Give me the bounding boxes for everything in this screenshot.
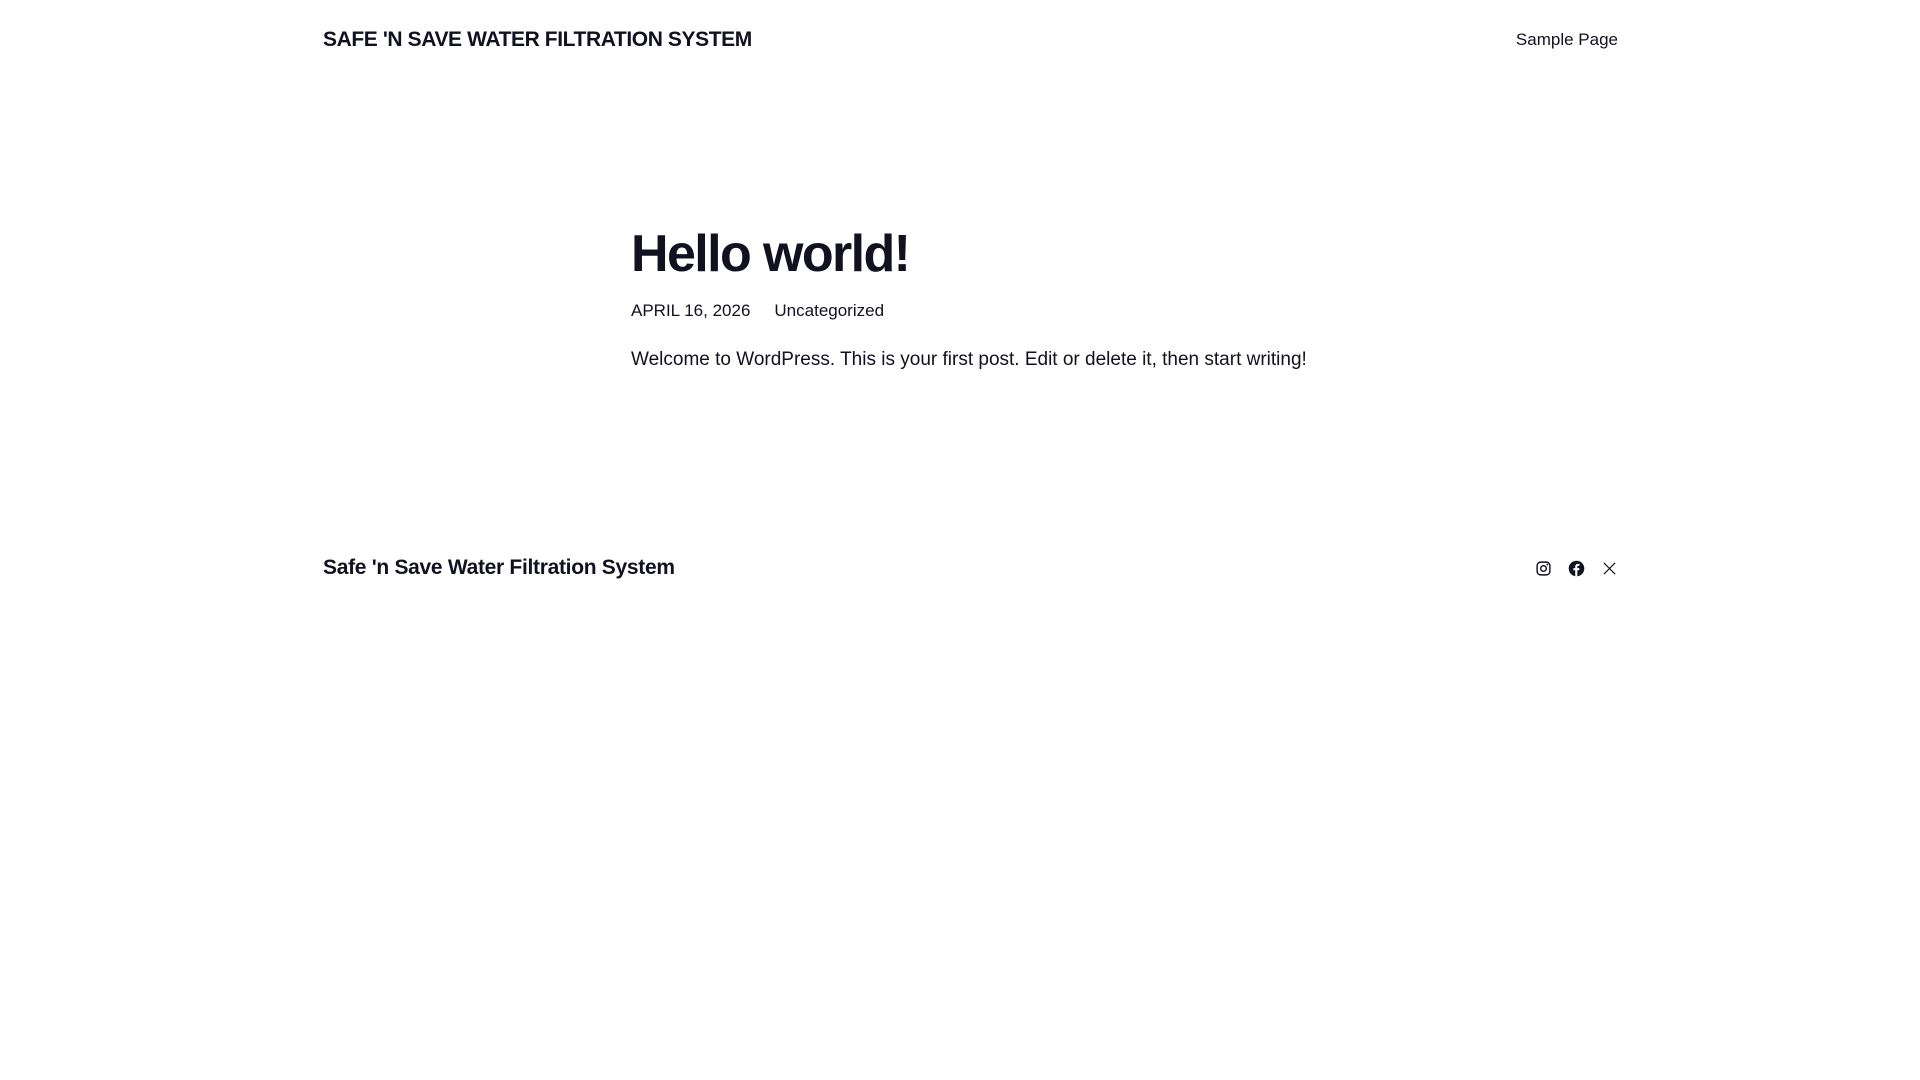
site-header: SAFE 'N SAVE WATER FILTRATION SYSTEM Sam… [323, 28, 1618, 52]
post-title: Hello world! [631, 225, 911, 283]
primary-nav: Sample Page [1516, 30, 1618, 50]
post-content: Welcome to WordPress. This is your first… [631, 349, 1307, 371]
instagram-link[interactable] [1535, 560, 1552, 577]
instagram-icon [1536, 560, 1551, 576]
x-link[interactable] [1601, 560, 1618, 577]
facebook-link[interactable] [1568, 560, 1585, 577]
footer-site-title-link[interactable]: Safe 'n Save Water Filtration System [323, 556, 675, 580]
post-category-link[interactable]: Uncategorized [774, 301, 884, 321]
post-meta: APRIL 16, 2026 Uncategorized [631, 301, 1331, 321]
social-links [1535, 560, 1618, 577]
nav-item-sample-page[interactable]: Sample Page [1516, 30, 1618, 49]
site-title-link[interactable]: SAFE 'N SAVE WATER FILTRATION SYSTEM [323, 28, 752, 52]
site-footer: Safe 'n Save Water Filtration System [323, 556, 1618, 580]
x-icon [1603, 561, 1616, 575]
post-date: APRIL 16, 2026 [631, 301, 751, 321]
post: Hello world! APRIL 16, 2026 Uncategorize… [631, 225, 1331, 390]
facebook-icon [1568, 560, 1585, 576]
